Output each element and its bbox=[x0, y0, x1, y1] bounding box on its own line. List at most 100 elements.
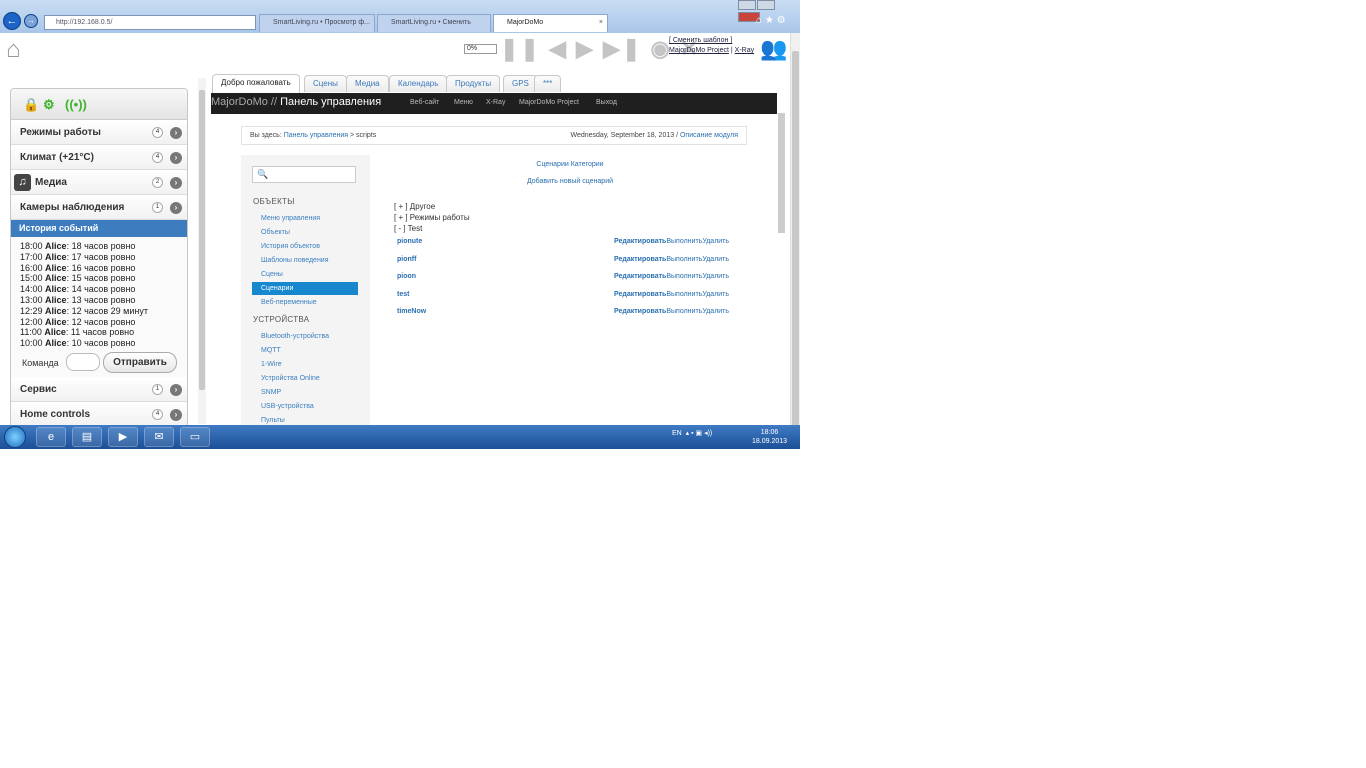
script-name-link[interactable]: pioon bbox=[397, 273, 416, 280]
run-script-link[interactable]: Выполнить bbox=[666, 273, 702, 280]
scroll-thumb[interactable] bbox=[199, 90, 205, 390]
chevron-right-icon[interactable]: › bbox=[170, 127, 182, 139]
users-icon[interactable]: 👥 bbox=[760, 36, 787, 62]
module-help-link[interactable]: Описание модуля bbox=[680, 132, 738, 139]
media-player-taskbar-icon[interactable]: ▶ bbox=[108, 427, 138, 447]
delete-script-link[interactable]: Удалить bbox=[702, 291, 729, 298]
run-script-link[interactable]: Выполнить bbox=[666, 291, 702, 298]
tree-item-other[interactable]: [ + ] Другое bbox=[394, 202, 435, 211]
change-template-link[interactable]: [ Сменить шаблон ] bbox=[669, 37, 732, 44]
frame-scrollbar[interactable] bbox=[777, 95, 786, 420]
folder-taskbar-icon[interactable]: ✉ bbox=[144, 427, 174, 447]
script-name-link[interactable]: pionute bbox=[397, 238, 422, 245]
tree-item-modes[interactable]: [ + ] Режимы работы bbox=[394, 213, 470, 222]
search-input[interactable]: 🔍 bbox=[252, 166, 356, 183]
edit-script-link[interactable]: Редактировать bbox=[614, 308, 666, 315]
close-tab-icon[interactable]: × bbox=[599, 15, 603, 31]
nav-logout[interactable]: Выход bbox=[596, 99, 617, 106]
chevron-right-icon[interactable]: › bbox=[170, 152, 182, 164]
menu-item-climate[interactable]: Климат (+21°C) 4 › bbox=[11, 145, 187, 170]
browser-tab-3[interactable]: MajorDoMo × bbox=[493, 14, 608, 32]
maximize-button[interactable] bbox=[757, 0, 775, 10]
start-button[interactable] bbox=[4, 426, 26, 448]
tree-item-test[interactable]: [ - ] Test bbox=[394, 224, 422, 233]
menu-link-objects[interactable]: Объекты bbox=[261, 229, 290, 236]
browser-scrollbar[interactable] bbox=[790, 33, 800, 426]
menu-link-object-history[interactable]: История объектов bbox=[261, 243, 320, 250]
menu-item-modes[interactable]: Режимы работы 4 › bbox=[11, 120, 187, 145]
delete-script-link[interactable]: Удалить bbox=[702, 256, 729, 263]
tab-media[interactable]: Медиа bbox=[346, 75, 389, 92]
menu-link-usb[interactable]: USB-устройства bbox=[261, 403, 314, 410]
majordomo-project-link[interactable]: MajorDoMo Project bbox=[669, 47, 729, 54]
menu-link-1wire[interactable]: 1-Wire bbox=[261, 361, 282, 368]
explorer-taskbar-icon[interactable]: ▤ bbox=[72, 427, 102, 447]
ie-taskbar-icon[interactable]: e bbox=[36, 427, 66, 447]
menu-link-snmp[interactable]: SNMP bbox=[261, 389, 281, 396]
chevron-right-icon[interactable]: › bbox=[170, 383, 182, 396]
chevron-right-icon[interactable]: › bbox=[170, 177, 182, 189]
menu-item-media[interactable]: ♫ Медиа 2 › bbox=[11, 170, 187, 195]
menu-item-service[interactable]: Сервис 1 › bbox=[11, 376, 187, 402]
scroll-thumb[interactable] bbox=[792, 51, 799, 426]
browser-tab-2[interactable]: SmartLiving.ru • Сменить bbox=[377, 14, 491, 32]
script-name-link[interactable]: test bbox=[397, 291, 409, 298]
script-categories-link[interactable]: Сценарии Категории bbox=[500, 156, 640, 173]
left-panel-scrollbar[interactable] bbox=[198, 78, 206, 424]
window-taskbar-icon[interactable]: ▭ bbox=[180, 427, 210, 447]
delete-script-link[interactable]: Удалить bbox=[702, 238, 729, 245]
nav-project[interactable]: MajorDoMo Project bbox=[519, 99, 579, 106]
forward-button[interactable]: → bbox=[24, 14, 38, 28]
menu-item-home-controls[interactable]: Home controls 4 › bbox=[11, 401, 187, 427]
command-input[interactable] bbox=[66, 352, 100, 371]
tab-welcome[interactable]: Добро пожаловать bbox=[212, 74, 300, 93]
script-name-link[interactable]: timeNow bbox=[397, 308, 426, 315]
xray-link[interactable]: X-Ray bbox=[735, 47, 754, 54]
nav-xray[interactable]: X-Ray bbox=[486, 99, 505, 106]
menu-link-web-vars[interactable]: Веб-переменные bbox=[261, 299, 317, 306]
menu-link-scripts[interactable]: Сценарии bbox=[252, 282, 358, 295]
edit-script-link[interactable]: Редактировать bbox=[614, 256, 666, 263]
breadcrumb-link[interactable]: Панель управления bbox=[284, 132, 348, 139]
run-script-link[interactable]: Выполнить bbox=[666, 256, 702, 263]
tab-more[interactable]: *** bbox=[534, 75, 562, 92]
nav-website[interactable]: Веб-сайт bbox=[410, 99, 439, 106]
menu-link-mqtt[interactable]: MQTT bbox=[261, 347, 281, 354]
edit-script-link[interactable]: Редактировать bbox=[614, 291, 666, 298]
chevron-right-icon[interactable]: › bbox=[170, 408, 182, 421]
home-icon[interactable]: ⌂ bbox=[756, 15, 762, 26]
menu-link-patterns[interactable]: Шаблоны поведения bbox=[261, 257, 329, 264]
edit-script-link[interactable]: Редактировать bbox=[614, 238, 666, 245]
gear-icon[interactable]: ⚙ bbox=[777, 15, 786, 26]
menu-link-online[interactable]: Устройства Online bbox=[261, 375, 320, 382]
nav-menu[interactable]: Меню bbox=[454, 99, 473, 106]
back-button[interactable]: ← bbox=[3, 12, 21, 30]
tab-calendar[interactable]: Календарь bbox=[389, 75, 448, 92]
run-script-link[interactable]: Выполнить bbox=[666, 308, 702, 315]
script-name-link[interactable]: pionff bbox=[397, 256, 416, 263]
delete-script-link[interactable]: Удалить bbox=[702, 273, 729, 280]
run-script-link[interactable]: Выполнить bbox=[666, 238, 702, 245]
browser-tab-1[interactable]: SmartLiving.ru • Просмотр ф... bbox=[259, 14, 375, 32]
minimize-button[interactable] bbox=[738, 0, 756, 10]
address-bar[interactable]: http://192.168.0.5/ bbox=[44, 15, 256, 30]
tab-scenes[interactable]: Сцены bbox=[304, 75, 347, 92]
chevron-right-icon[interactable]: › bbox=[170, 202, 182, 214]
zoom-select[interactable]: 0% bbox=[464, 44, 497, 54]
send-button[interactable]: Отправить bbox=[103, 351, 177, 373]
menu-item-cameras[interactable]: Камеры наблюдения 1 › bbox=[11, 195, 187, 220]
edit-script-link[interactable]: Редактировать bbox=[614, 273, 666, 280]
add-script-link[interactable]: Добавить новый сценарий bbox=[500, 173, 640, 190]
home-icon[interactable]: ⌂ bbox=[6, 36, 21, 64]
menu-link-bluetooth[interactable]: Bluetooth-устройства bbox=[261, 333, 329, 340]
scroll-thumb[interactable] bbox=[778, 113, 785, 233]
favorites-icon[interactable]: ★ bbox=[765, 15, 774, 26]
menu-link-scenes[interactable]: Сцены bbox=[261, 271, 283, 278]
tab-products[interactable]: Продукты bbox=[446, 75, 501, 92]
clock[interactable]: 18:06 18.09.2013 bbox=[752, 428, 787, 446]
tab-gps[interactable]: GPS bbox=[503, 75, 538, 92]
delete-script-link[interactable]: Удалить bbox=[702, 308, 729, 315]
menu-link-remotes[interactable]: Пульты bbox=[261, 417, 285, 424]
language-indicator[interactable]: EN bbox=[672, 430, 682, 437]
menu-link-control-menu[interactable]: Меню управления bbox=[261, 215, 320, 222]
